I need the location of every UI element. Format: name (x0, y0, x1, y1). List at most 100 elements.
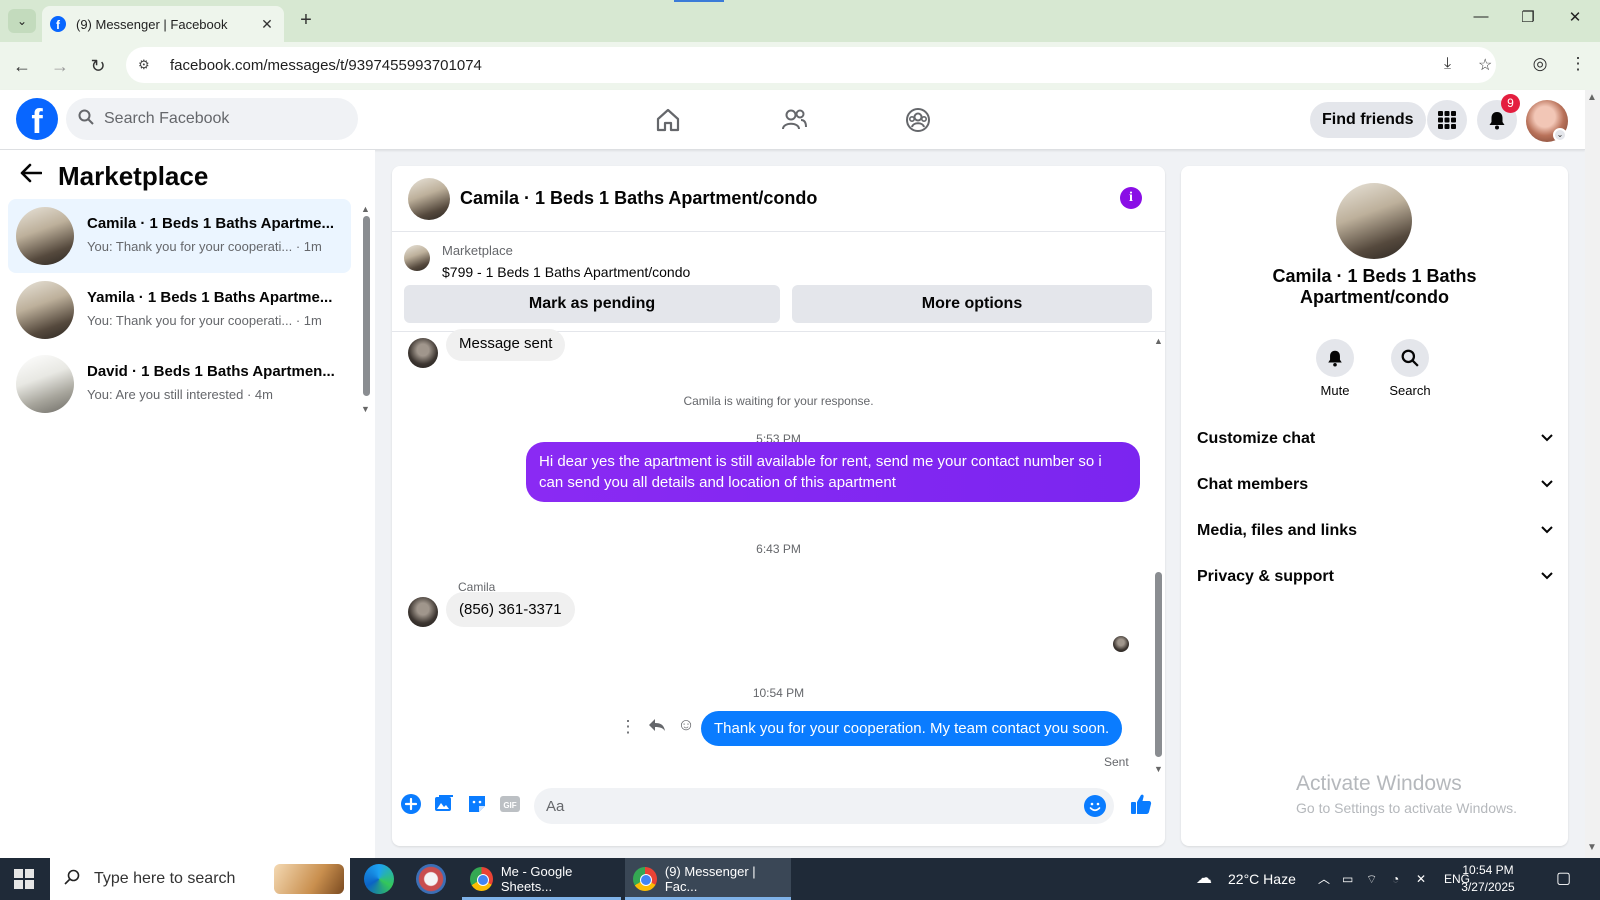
gif-icon[interactable]: GIF (499, 793, 521, 815)
profile-icon[interactable]: ◎ (1528, 54, 1552, 74)
facebook-search[interactable] (66, 98, 358, 140)
notification-center-icon[interactable]: ▢ (1556, 858, 1571, 900)
search-in-chat-button[interactable]: Search (1380, 339, 1440, 398)
browser-toolbar: ← → ↻ ⚙ facebook.com/messages/t/93974559… (0, 42, 1600, 90)
home-icon[interactable] (648, 100, 688, 140)
chevron-down-icon (1541, 568, 1553, 583)
restore-icon[interactable]: ❐ (1513, 8, 1543, 26)
back-arrow-icon[interactable]: ← (8, 52, 36, 80)
page-scrollbar[interactable]: ▲ ▼ (1585, 90, 1600, 858)
message-input[interactable] (546, 797, 1066, 815)
scroll-down-arrow-icon[interactable]: ▼ (361, 404, 370, 414)
customize-chat-section[interactable]: Customize chat (1197, 430, 1553, 454)
emoji-icon[interactable] (1084, 795, 1106, 817)
chat-members-section[interactable]: Chat members (1197, 476, 1553, 500)
sticker-icon[interactable] (466, 793, 488, 815)
timestamp: 6:43 PM (756, 542, 801, 556)
svg-text:GIF: GIF (503, 801, 516, 810)
search-highlight-image (274, 864, 344, 894)
add-plus-icon[interactable] (400, 793, 422, 815)
message-status: Sent (1104, 755, 1129, 769)
bookmark-star-icon[interactable]: ☆ (1478, 55, 1492, 75)
clock-time: 10:54 PM (1462, 863, 1514, 877)
scroll-up-arrow-icon[interactable]: ▲ (1587, 92, 1597, 103)
more-options-button[interactable]: More options (792, 285, 1152, 323)
taskbar-clock[interactable]: 10:54 PM 3/27/2025 (1452, 862, 1524, 896)
menu-grid-icon[interactable] (1427, 100, 1467, 140)
taskbar-search-text: Type here to search (94, 870, 236, 887)
info-icon[interactable]: i (1120, 187, 1142, 209)
conversation-preview: You: Thank you for your cooperati... · 1… (87, 239, 322, 254)
scroll-up-arrow-icon[interactable]: ▲ (1154, 336, 1163, 346)
facebook-logo-icon[interactable]: f (16, 98, 58, 140)
chrome-icon (470, 867, 493, 891)
weather-text[interactable]: 22°C Haze (1228, 858, 1296, 900)
groups-icon[interactable] (898, 100, 938, 140)
wifi-icon[interactable]: ◔ (1392, 858, 1399, 900)
scroll-down-arrow-icon[interactable]: ▼ (1587, 842, 1597, 853)
chat-avatar[interactable] (408, 178, 450, 220)
privacy-support-section[interactable]: Privacy & support (1197, 568, 1553, 592)
close-window-icon[interactable]: ✕ (1560, 8, 1590, 26)
pinned-app-icon[interactable] (416, 864, 446, 894)
chat-list-scrollbar[interactable]: ▲ ▼ (361, 204, 371, 416)
tab-close-icon[interactable]: ✕ (258, 16, 276, 33)
thumbs-up-icon[interactable] (1129, 792, 1153, 822)
site-info-icon[interactable]: ⚙ (138, 57, 160, 73)
taskbar-messenger[interactable]: (9) Messenger | Fac... (625, 858, 791, 900)
photo-icon[interactable] (433, 793, 455, 815)
volume-muted-icon[interactable]: ✕ (1416, 858, 1426, 900)
windows-taskbar: Type here to search Me - Google Sheets..… (0, 858, 1600, 900)
chat-scrollbar[interactable]: ▲ ▼ (1154, 336, 1164, 776)
chevron-down-icon (1541, 522, 1553, 537)
section-label: Customize chat (1197, 430, 1316, 447)
scrollbar-thumb[interactable] (1155, 572, 1162, 757)
tab-search-chevron-icon[interactable]: ⌄ (8, 9, 36, 33)
mark-as-pending-button[interactable]: Mark as pending (404, 285, 780, 323)
listing-price-title[interactable]: $799 - 1 Beds 1 Baths Apartment/condo (442, 264, 690, 280)
forward-arrow-icon[interactable]: → (46, 52, 74, 80)
listing-avatar[interactable] (1336, 183, 1412, 259)
scrollbar-thumb[interactable] (363, 216, 370, 396)
browser-tab-messenger[interactable]: f (9) Messenger | Facebook ✕ (42, 6, 284, 42)
friends-icon[interactable] (774, 100, 814, 140)
search-label: Search (1389, 383, 1431, 398)
new-tab-plus-icon[interactable]: + (294, 9, 318, 33)
reload-icon[interactable]: ↻ (84, 52, 112, 80)
scroll-down-arrow-icon[interactable]: ▼ (1154, 764, 1163, 774)
network-icon[interactable]: ⌔ (1366, 858, 1377, 900)
chat-title[interactable]: Camila · 1 Beds 1 Baths Apartment/condo (460, 188, 817, 209)
reply-icon[interactable] (646, 717, 668, 738)
minimize-icon[interactable]: — (1466, 8, 1496, 25)
conversation-preview: You: Are you still interested · 4m (87, 387, 273, 402)
scroll-up-arrow-icon[interactable]: ▲ (361, 204, 370, 214)
weather-icon[interactable]: ☁ (1196, 858, 1218, 900)
message-bubble-incoming: (856) 361-3371 (446, 592, 575, 627)
facebook-search-input[interactable] (104, 110, 334, 128)
windows-start-icon[interactable] (14, 869, 34, 889)
taskbar-google-sheets[interactable]: Me - Google Sheets... (462, 858, 621, 900)
conversation-item[interactable]: David · 1 Beds 1 Baths Apartmen... You: … (8, 347, 351, 421)
install-app-icon[interactable]: ⤓ (1444, 55, 1451, 73)
conversation-item[interactable]: Yamila · 1 Beds 1 Baths Apartme... You: … (8, 273, 351, 347)
conversation-item[interactable]: Camila · 1 Beds 1 Baths Apartme... You: … (8, 199, 351, 273)
back-arrow-icon[interactable] (20, 162, 43, 190)
media-files-links-section[interactable]: Media, files and links (1197, 522, 1553, 546)
taskbar-search[interactable]: Type here to search (50, 858, 350, 900)
address-bar[interactable]: ⚙ facebook.com/messages/t/93974559937010… (126, 47, 1496, 83)
tray-chevron-icon[interactable]: ︿ (1318, 858, 1330, 900)
battery-icon[interactable]: ▭ (1342, 858, 1353, 900)
mute-button[interactable]: Mute (1305, 339, 1365, 398)
url-text[interactable]: facebook.com/messages/t/9397455993701074 (170, 57, 482, 74)
chrome-icon (633, 867, 657, 891)
search-icon (64, 869, 80, 890)
more-actions-icon[interactable]: ⋮ (617, 717, 639, 737)
react-emoji-icon[interactable]: ☺ (675, 715, 697, 735)
browser-menu-icon[interactable]: ⋮ (1566, 54, 1590, 74)
bell-icon (1316, 339, 1354, 377)
find-friends-button[interactable]: Find friends (1310, 102, 1426, 138)
edge-browser-icon[interactable] (364, 864, 394, 894)
message-input-wrapper (534, 788, 1114, 824)
facebook-favicon-icon: f (50, 16, 66, 32)
account-caret-icon[interactable]: ⌄ (1553, 128, 1567, 142)
